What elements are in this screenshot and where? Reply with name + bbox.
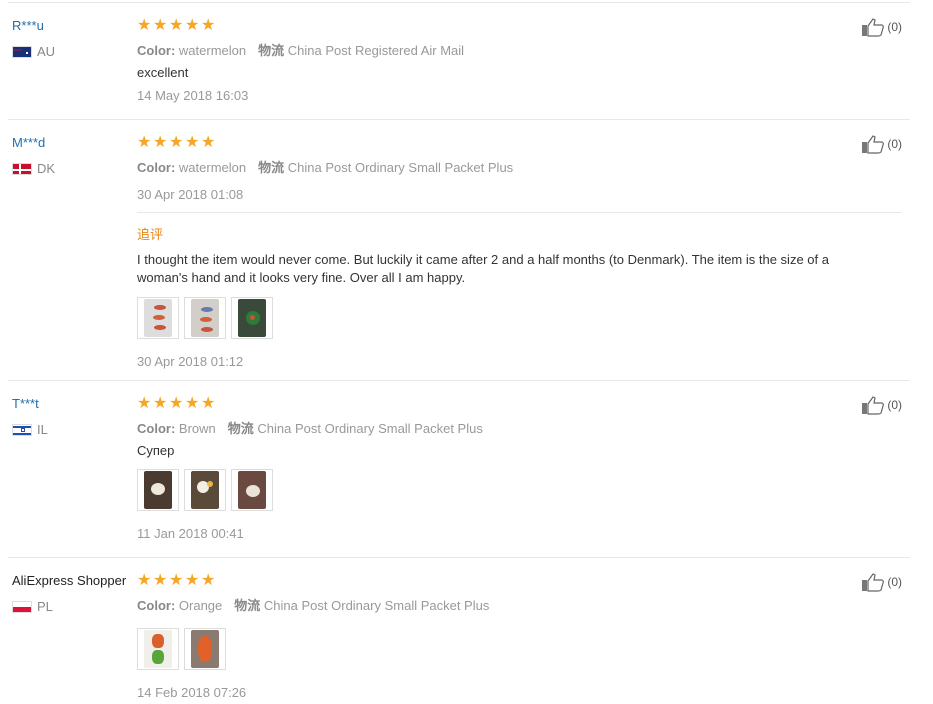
review-photo-thumbnail[interactable] bbox=[184, 469, 226, 511]
shipping-value: China Post Ordinary Small Packet Plus bbox=[257, 421, 483, 436]
star-icon: ★ bbox=[153, 570, 168, 589]
color-label: Color: bbox=[137, 43, 176, 58]
followup-text: I thought the item would never come. But… bbox=[137, 252, 829, 285]
star-icon: ★ bbox=[185, 15, 200, 34]
star-icon: ★ bbox=[201, 15, 216, 34]
review-meta: Color: Brown 物流 China Post Ordinary Small… bbox=[137, 418, 483, 437]
shipping-value: China Post Ordinary Small Packet Plus bbox=[287, 160, 514, 175]
thumbs-up-icon bbox=[862, 18, 885, 37]
color-label: Color: bbox=[137, 421, 176, 436]
shipping-label: 物流 bbox=[258, 160, 285, 175]
color-value: watermelon bbox=[178, 160, 247, 175]
reviewer-name[interactable]: M***d bbox=[12, 135, 45, 150]
followup-divider bbox=[137, 212, 902, 213]
star-rating: ★ ★ ★ ★ ★ bbox=[137, 132, 216, 151]
star-icon: ★ bbox=[137, 393, 152, 412]
star-icon: ★ bbox=[137, 15, 152, 34]
helpful-button[interactable]: (0) bbox=[861, 572, 902, 592]
star-icon: ★ bbox=[153, 393, 168, 412]
shipping-value: China Post Registered Air Mail bbox=[287, 43, 465, 58]
color-value: watermelon bbox=[178, 43, 247, 58]
review-photos bbox=[137, 469, 273, 511]
helpful-button[interactable]: (0) bbox=[861, 17, 902, 37]
country-code: DK bbox=[37, 161, 56, 176]
review-text: excellent bbox=[137, 65, 189, 80]
star-icon: ★ bbox=[169, 15, 184, 34]
review-photo-thumbnail[interactable] bbox=[137, 628, 179, 670]
reviewer-name[interactable]: R***u bbox=[12, 18, 44, 33]
review-divider bbox=[8, 119, 910, 120]
star-rating: ★ ★ ★ ★ ★ bbox=[137, 15, 216, 34]
star-icon: ★ bbox=[169, 132, 184, 151]
review-photo-thumbnail[interactable] bbox=[231, 469, 273, 511]
reviewer-country: PL bbox=[12, 599, 53, 614]
review-photo-thumbnail[interactable] bbox=[184, 297, 226, 339]
thumbs-up-icon bbox=[862, 396, 885, 415]
reviewer-name[interactable]: AliExpress Shopper bbox=[12, 573, 126, 588]
helpful-button[interactable]: (0) bbox=[861, 134, 902, 154]
star-icon: ★ bbox=[137, 570, 152, 589]
star-rating: ★ ★ ★ ★ ★ bbox=[137, 393, 216, 412]
color-label: Color: bbox=[137, 598, 176, 613]
review-date: 11 Jan 2018 00:41 bbox=[137, 526, 244, 541]
reviewer-country: DK bbox=[12, 161, 55, 176]
shipping-label: 物流 bbox=[234, 598, 261, 613]
review-text: Супер bbox=[137, 443, 175, 458]
helpful-count: (0) bbox=[887, 20, 902, 34]
star-icon: ★ bbox=[153, 132, 168, 151]
star-icon: ★ bbox=[185, 393, 200, 412]
star-icon: ★ bbox=[137, 132, 152, 151]
reviewer-country: IL bbox=[12, 422, 48, 437]
star-rating: ★ ★ ★ ★ ★ bbox=[137, 570, 216, 589]
review-photo-thumbnail[interactable] bbox=[137, 469, 179, 511]
review-photo-thumbnail[interactable] bbox=[137, 297, 179, 339]
review-date: 14 May 2018 16:03 bbox=[137, 88, 249, 103]
followup-label: 追评 bbox=[137, 227, 164, 242]
review-meta: Color: watermelon 物流 China Post Ordinary … bbox=[137, 157, 513, 176]
star-icon: ★ bbox=[169, 570, 184, 589]
star-icon: ★ bbox=[153, 15, 168, 34]
country-code: AU bbox=[37, 44, 56, 59]
followup-date: 30 Apr 2018 01:12 bbox=[137, 354, 244, 369]
flag-dk-icon bbox=[12, 162, 32, 175]
helpful-count: (0) bbox=[887, 398, 902, 412]
thumbs-up-icon bbox=[862, 573, 885, 592]
flag-pl-icon bbox=[12, 600, 32, 613]
shipping-label: 物流 bbox=[227, 421, 254, 436]
country-code: IL bbox=[37, 422, 48, 437]
star-icon: ★ bbox=[201, 393, 216, 412]
helpful-button[interactable]: (0) bbox=[861, 395, 902, 415]
color-value: Orange bbox=[178, 598, 223, 613]
review-date: 14 Feb 2018 07:26 bbox=[137, 685, 247, 700]
shipping-label: 物流 bbox=[258, 43, 285, 58]
review-meta: Color: Orange 物流 China Post Ordinary Smal… bbox=[137, 595, 489, 614]
review-divider bbox=[8, 380, 910, 381]
review-date: 30 Apr 2018 01:08 bbox=[137, 187, 244, 202]
color-value: Brown bbox=[178, 421, 216, 436]
top-divider bbox=[8, 2, 910, 3]
star-icon: ★ bbox=[185, 570, 200, 589]
review-photo-thumbnail[interactable] bbox=[184, 628, 226, 670]
flag-il-icon bbox=[12, 423, 32, 436]
thumbs-up-icon bbox=[862, 135, 885, 154]
shipping-value: China Post Ordinary Small Packet Plus bbox=[263, 598, 490, 613]
flag-au-icon bbox=[12, 45, 32, 58]
country-code: PL bbox=[37, 599, 53, 614]
star-icon: ★ bbox=[185, 132, 200, 151]
color-label: Color: bbox=[137, 160, 176, 175]
review-divider bbox=[8, 557, 910, 558]
review-meta: Color: watermelon 物流 China Post Registere… bbox=[137, 40, 464, 59]
helpful-count: (0) bbox=[887, 137, 902, 151]
helpful-count: (0) bbox=[887, 575, 902, 589]
review-photo-thumbnail[interactable] bbox=[231, 297, 273, 339]
review-photos bbox=[137, 297, 273, 339]
star-icon: ★ bbox=[169, 393, 184, 412]
reviewer-country: AU bbox=[12, 44, 55, 59]
star-icon: ★ bbox=[201, 132, 216, 151]
reviewer-name[interactable]: T***t bbox=[12, 396, 39, 411]
review-photos bbox=[137, 628, 226, 670]
star-icon: ★ bbox=[201, 570, 216, 589]
